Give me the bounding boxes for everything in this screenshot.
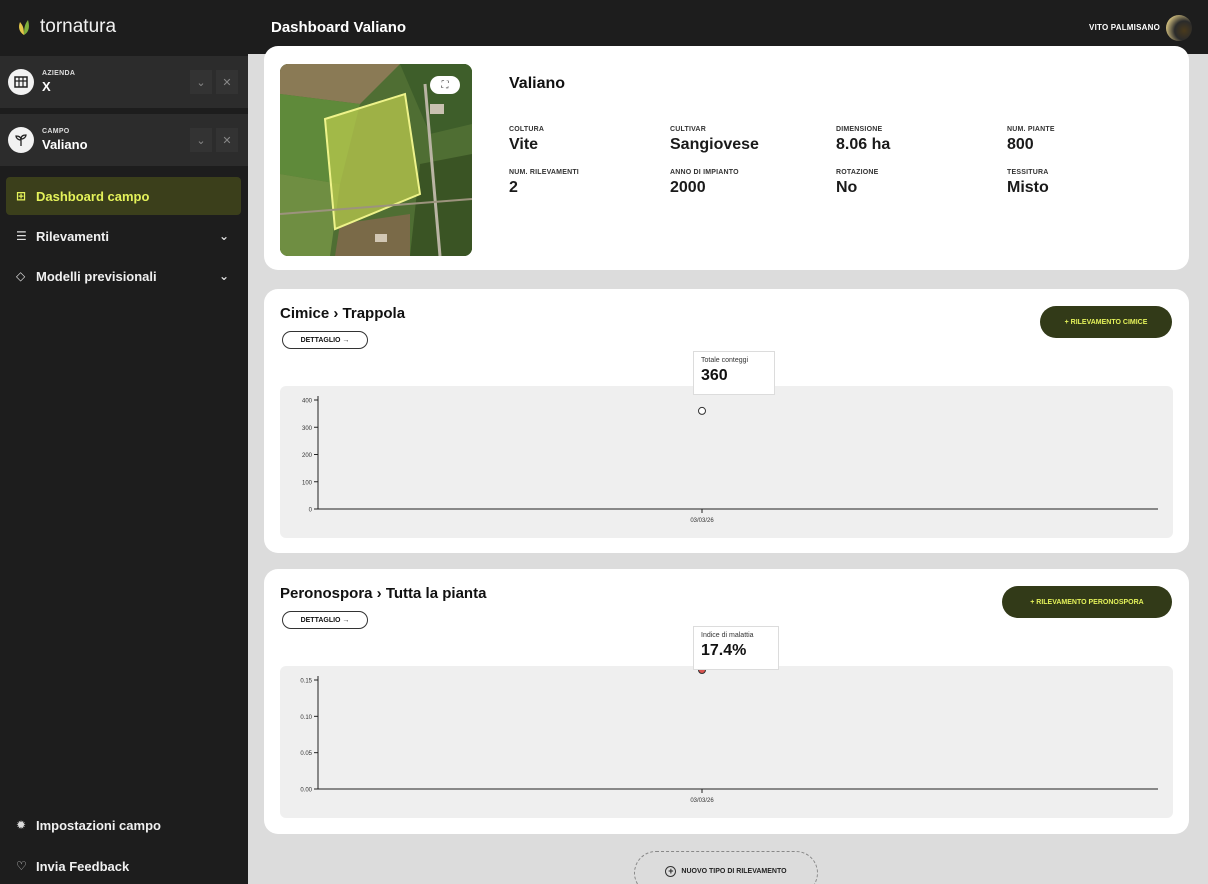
y-tick-label: 200 bbox=[302, 453, 313, 459]
cimice-chart: 0 100 200 300 400 03/03/26 bbox=[302, 396, 1158, 524]
peronospora-chart: 0.00 0.05 0.10 0.15 03/03/26 bbox=[300, 666, 1158, 804]
y-tick-label: 100 bbox=[302, 480, 313, 486]
add-peronospora-button[interactable]: + RILEVAMENTO PERONOSPORA bbox=[1002, 586, 1172, 618]
chat-icon: ♡ bbox=[16, 859, 27, 873]
x-tick-label: 03/03/26 bbox=[690, 518, 714, 524]
cimice-card: Cimice › Trappola DETTAGLIO → + RILEVAME… bbox=[264, 289, 1189, 553]
sidebar-item-label: Modelli previsionali bbox=[36, 268, 157, 284]
sidebar-item-invia-feedback[interactable]: ♡ Invia Feedback bbox=[6, 847, 241, 884]
campo-value: Valiano bbox=[42, 137, 88, 152]
page-title: Dashboard Valiano bbox=[271, 18, 407, 36]
sidebar-item-label: Rilevamenti bbox=[36, 228, 109, 244]
gear-icon: ✹ bbox=[16, 818, 27, 832]
x-tick-label: 03/03/26 bbox=[690, 798, 714, 804]
y-tick-label: 400 bbox=[302, 399, 313, 405]
peronospora-card: Peronospora › Tutta la pianta DETTAGLIO … bbox=[264, 569, 1189, 834]
new-survey-type-button[interactable]: + NUOVO TIPO DI RILEVAMENTO bbox=[634, 851, 818, 884]
new-survey-type-label: NUOVO TIPO DI RILEVAMENTO bbox=[681, 868, 787, 875]
y-tick-label: 0.10 bbox=[300, 715, 312, 721]
chevron-down-icon: ⌄ bbox=[218, 269, 229, 283]
chart-tooltip: Indice di malattia 17.4% bbox=[693, 626, 779, 670]
farm-icon bbox=[8, 69, 34, 95]
y-tick-label: 0.05 bbox=[300, 751, 312, 757]
field-summary-card: ⛶ Valiano COLTURA Vite CULTIVAR Sangiove… bbox=[264, 46, 1189, 270]
attr-tessitura: TESSITURA Misto bbox=[1007, 169, 1049, 196]
chevron-down-icon: ⌄ bbox=[218, 229, 229, 243]
data-point bbox=[698, 406, 706, 415]
campo-selector[interactable]: CAMPO Valiano ⌄ ✕ bbox=[0, 114, 248, 166]
detail-button[interactable]: DETTAGLIO → bbox=[282, 611, 368, 629]
list-icon: ☰ bbox=[16, 229, 27, 243]
azienda-label: AZIENDA bbox=[42, 70, 76, 77]
azienda-value: X bbox=[42, 79, 51, 94]
close-icon[interactable]: ✕ bbox=[216, 70, 238, 94]
user-name[interactable]: VITO PALMISANO bbox=[1089, 23, 1160, 32]
azienda-selector[interactable]: AZIENDA X ⌄ ✕ bbox=[0, 56, 248, 108]
chart-area: 0.00 0.05 0.10 0.15 03/03/26 bbox=[280, 666, 1173, 818]
campo-label: CAMPO bbox=[42, 128, 70, 135]
detail-button[interactable]: DETTAGLIO → bbox=[282, 331, 368, 349]
sidebar-item-dashboard-campo[interactable]: ⊞ Dashboard campo bbox=[6, 177, 241, 215]
chevron-down-icon[interactable]: ⌄ bbox=[190, 128, 212, 152]
sidebar-item-label: Impostazioni campo bbox=[36, 817, 161, 833]
attr-num-piante: NUM. PIANTE 800 bbox=[1007, 126, 1055, 153]
card-title: Peronospora › Tutta la pianta bbox=[280, 585, 487, 602]
sidebar: tornatura AZIENDA X ⌄ ✕ CAMPO Valiano ⌄ … bbox=[0, 0, 248, 884]
sidebar-item-rilevamenti[interactable]: ☰ Rilevamenti ⌄ bbox=[6, 217, 241, 255]
sidebar-item-impostazioni-campo[interactable]: ✹ Impostazioni campo bbox=[6, 806, 241, 844]
attr-cultivar: CULTIVAR Sangiovese bbox=[670, 126, 759, 153]
plus-circle-icon: + bbox=[665, 866, 677, 877]
attr-num-rilevamenti: NUM. RILEVAMENTI 2 bbox=[509, 169, 579, 196]
attr-rotazione: ROTAZIONE No bbox=[836, 169, 879, 196]
chevron-down-icon[interactable]: ⌄ bbox=[190, 70, 212, 94]
card-title: Cimice › Trappola bbox=[280, 305, 406, 322]
brand-name: tornatura bbox=[40, 16, 117, 37]
grid-icon: ⊞ bbox=[16, 189, 27, 203]
attr-dimensione: DIMENSIONE 8.06 ha bbox=[836, 126, 891, 153]
sprout-icon bbox=[8, 127, 34, 153]
chart-area: 0 100 200 300 400 03/03/26 bbox=[280, 386, 1173, 538]
leaf-logo-icon bbox=[19, 20, 29, 35]
sidebar-item-label: Dashboard campo bbox=[36, 188, 150, 204]
sidebar-item-label: Invia Feedback bbox=[36, 858, 130, 874]
attr-anno-impianto: ANNO DI IMPIANTO 2000 bbox=[670, 169, 739, 196]
y-tick-label: 0.15 bbox=[300, 679, 312, 685]
expand-icon[interactable]: ⛶ bbox=[430, 76, 460, 94]
close-icon[interactable]: ✕ bbox=[216, 128, 238, 152]
y-tick-label: 0.00 bbox=[300, 788, 312, 794]
y-tick-label: 0 bbox=[309, 508, 313, 514]
diamond-icon: ◇ bbox=[16, 269, 26, 283]
avatar[interactable] bbox=[1166, 15, 1192, 41]
field-name: Valiano bbox=[509, 75, 566, 92]
sidebar-item-modelli-previsionali[interactable]: ◇ Modelli previsionali ⌄ bbox=[6, 257, 241, 295]
chart-tooltip: Totale conteggi 360 bbox=[693, 351, 775, 395]
brand[interactable]: tornatura bbox=[0, 0, 248, 54]
field-map[interactable]: ⛶ bbox=[280, 64, 472, 256]
add-cimice-button[interactable]: + RILEVAMENTO CIMICE bbox=[1040, 306, 1172, 338]
attr-coltura: COLTURA Vite bbox=[509, 126, 545, 153]
y-tick-label: 300 bbox=[302, 426, 313, 432]
